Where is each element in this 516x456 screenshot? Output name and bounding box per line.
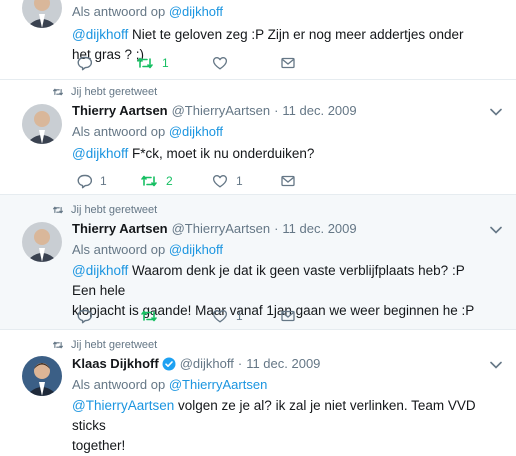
retweeted-label: Jij hebt geretweet xyxy=(71,339,158,351)
retweet-small-icon xyxy=(53,88,63,96)
tweet-actions: 1 2 1 xyxy=(76,172,316,190)
like-count: 1 xyxy=(236,309,243,323)
user-handle[interactable]: @dijkhoff xyxy=(180,356,234,371)
chevron-down-icon[interactable] xyxy=(490,226,502,234)
reply-handle-link[interactable]: @dijkhoff xyxy=(169,4,223,19)
like-count: 1 xyxy=(236,174,243,188)
reply-handle-link[interactable]: @ThierryAartsen xyxy=(169,377,267,392)
retweeted-indicator: Jij hebt geretweet xyxy=(52,86,157,98)
tweet-text: @ThierryAartsen volgen ze je al? ik zal … xyxy=(72,396,482,456)
reply-prefix: Als antwoord op xyxy=(72,4,166,19)
retweet-small-icon xyxy=(53,206,63,214)
tweet-1[interactable]: Als antwoord op @dijkhoff @dijkhoff Niet… xyxy=(0,0,516,80)
retweet-icon xyxy=(141,310,157,322)
separator-dot: · xyxy=(237,356,243,371)
like-button[interactable]: 1 xyxy=(212,308,243,324)
display-name[interactable]: Thierry Aartsen xyxy=(72,221,168,236)
heart-icon xyxy=(212,175,228,188)
heart-icon xyxy=(212,57,228,70)
reply-icon xyxy=(77,309,92,324)
chevron-down-icon[interactable] xyxy=(490,361,502,369)
tweet-text: @dijkhoff F*ck, moet ik nu onderduiken? xyxy=(72,144,482,164)
tweet-3[interactable]: Jij hebt geretweet Thierry Aartsen @Thie… xyxy=(0,195,516,330)
user-handle[interactable]: @ThierryAartsen xyxy=(172,103,270,118)
mention-link[interactable]: @dijkhoff xyxy=(72,146,128,161)
tweet-actions: 1 xyxy=(76,307,316,325)
tweet-header: Klaas Dijkhoff @dijkhoff · 11 dec. 2009 xyxy=(72,356,320,371)
retweet-count: 1 xyxy=(162,56,169,70)
retweet-button[interactable]: 1 xyxy=(136,55,169,71)
reply-prefix: Als antwoord op xyxy=(72,377,166,392)
retweeted-indicator: Jij hebt geretweet xyxy=(52,339,157,351)
chevron-down-icon[interactable] xyxy=(490,108,502,116)
tweet-date[interactable]: 11 dec. 2009 xyxy=(246,356,320,371)
tweet-2[interactable]: Jij hebt geretweet Thierry Aartsen @Thie… xyxy=(0,80,516,195)
reply-button[interactable] xyxy=(76,308,92,324)
display-name[interactable]: Klaas Dijkhoff xyxy=(72,356,159,371)
tweet-actions: 1 xyxy=(76,54,316,72)
retweet-button[interactable]: 2 xyxy=(140,173,173,189)
envelope-icon xyxy=(281,57,295,69)
envelope-icon xyxy=(281,175,295,187)
tweet-body: F*ck, moet ik nu onderduiken? xyxy=(132,146,315,161)
verified-badge-icon xyxy=(162,357,176,370)
display-name[interactable]: Thierry Aartsen xyxy=(72,103,168,118)
tweet-4[interactable]: Jij hebt geretweet Klaas Dijkhoff @dijkh… xyxy=(0,330,516,453)
mention-link[interactable]: @ThierryAartsen xyxy=(72,398,174,413)
dm-button[interactable] xyxy=(280,173,296,189)
retweet-button[interactable] xyxy=(140,308,158,324)
mention-link[interactable]: @dijkhoff xyxy=(72,27,128,42)
retweeted-label: Jij hebt geretweet xyxy=(71,204,158,216)
envelope-icon xyxy=(281,310,295,322)
tweet-date[interactable]: 11 dec. 2009 xyxy=(282,221,356,236)
avatar[interactable] xyxy=(22,222,62,262)
reply-context: Als antwoord op @dijkhoff xyxy=(72,124,223,139)
retweet-count: 2 xyxy=(166,174,173,188)
separator-dot: · xyxy=(274,103,279,118)
reply-button[interactable] xyxy=(76,55,92,71)
reply-context: Als antwoord op @dijkhoff xyxy=(72,4,223,19)
dm-button[interactable] xyxy=(280,55,296,71)
avatar[interactable] xyxy=(22,0,62,28)
separator-dot: · xyxy=(274,221,279,236)
retweet-icon xyxy=(141,175,157,187)
reply-handle-link[interactable]: @dijkhoff xyxy=(169,242,223,257)
avatar[interactable] xyxy=(22,104,62,144)
heart-icon xyxy=(212,310,228,323)
reply-count: 1 xyxy=(100,174,107,188)
tweet-date[interactable]: 11 dec. 2009 xyxy=(282,103,356,118)
reply-icon xyxy=(77,56,92,71)
reply-context: Als antwoord op @ThierryAartsen xyxy=(72,377,267,392)
reply-prefix: Als antwoord op xyxy=(72,242,166,257)
reply-button[interactable]: 1 xyxy=(76,173,107,189)
like-button[interactable]: 1 xyxy=(212,173,243,189)
like-button[interactable] xyxy=(212,55,228,71)
reply-context: Als antwoord op @dijkhoff xyxy=(72,242,223,257)
reply-handle-link[interactable]: @dijkhoff xyxy=(169,124,223,139)
tweet-body-line1: Waarom denk je dat ik geen vaste verblij… xyxy=(72,263,465,298)
mention-link[interactable]: @dijkhoff xyxy=(72,263,128,278)
retweet-icon xyxy=(137,57,153,69)
dm-button[interactable] xyxy=(280,308,296,324)
reply-icon xyxy=(77,174,92,189)
tweet-header: Thierry Aartsen @ThierryAartsen · 11 dec… xyxy=(72,221,357,236)
reply-prefix: Als antwoord op xyxy=(72,124,166,139)
retweeted-label: Jij hebt geretweet xyxy=(71,86,158,98)
retweeted-indicator: Jij hebt geretweet xyxy=(52,204,157,216)
tweet-header: Thierry Aartsen @ThierryAartsen · 11 dec… xyxy=(72,103,357,118)
retweet-small-icon xyxy=(53,341,63,349)
avatar[interactable] xyxy=(22,356,62,396)
user-handle[interactable]: @ThierryAartsen xyxy=(172,221,270,236)
